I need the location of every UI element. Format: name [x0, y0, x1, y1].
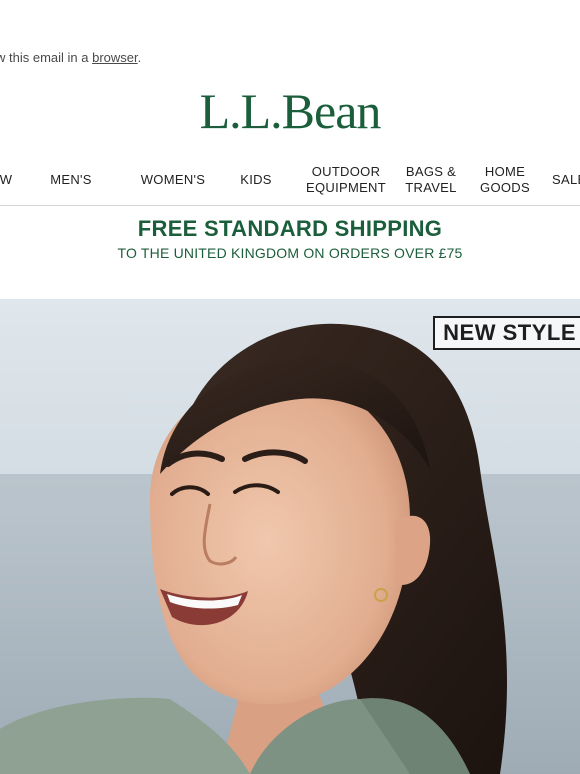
- nav-item-label-line: HOME: [484, 164, 526, 179]
- nav-item-new[interactable]: W: [0, 156, 18, 204]
- nav-item-label-line: EQUIPMENT: [306, 180, 386, 195]
- nav-item-label-line: GOODS: [480, 180, 530, 195]
- hero-photo-woman-smiling: [0, 299, 580, 774]
- nav-item-label-line: BAGS &: [405, 164, 457, 179]
- preheader: w this email in a browser.: [0, 50, 580, 70]
- shipping-headline: FREE STANDARD SHIPPING: [137, 216, 443, 241]
- nav-item-sale[interactable]: SALE: [552, 156, 580, 204]
- nav-item-outdoor-equipment[interactable]: OUTDOOR EQUIPMENT: [300, 156, 392, 204]
- preheader-text: w this email in a: [0, 50, 93, 65]
- nav-item-label-line: TRAVEL: [405, 180, 457, 195]
- nav-item-bags-travel[interactable]: BAGS & TRAVEL: [398, 156, 464, 204]
- shipping-subline: TO THE UNITED KINGDOM ON ORDERS OVER £75: [117, 245, 463, 261]
- new-style-badge: NEW STYLE: [433, 316, 580, 350]
- nav-item-label-line: OUTDOOR: [311, 164, 381, 179]
- shipping-banner[interactable]: FREE STANDARD SHIPPING TO THE UNITED KIN…: [0, 216, 580, 261]
- view-in-browser-link[interactable]: browser: [92, 50, 138, 65]
- category-nav: W MEN'S WOMEN'S KIDS OUTDOOR EQUIPMENT BA…: [0, 156, 580, 204]
- hero-image[interactable]: NEW STYLE: [0, 299, 580, 774]
- nav-item-mens[interactable]: MEN'S: [40, 156, 102, 204]
- preheader-suffix: .: [137, 50, 142, 65]
- nav-item-home-goods[interactable]: HOME GOODS: [474, 156, 536, 204]
- brand-logo[interactable]: L.L.Bean: [0, 82, 580, 140]
- nav-item-womens[interactable]: WOMEN'S: [134, 156, 212, 204]
- nav-item-kids[interactable]: KIDS: [232, 156, 280, 204]
- nav-divider: [0, 205, 580, 206]
